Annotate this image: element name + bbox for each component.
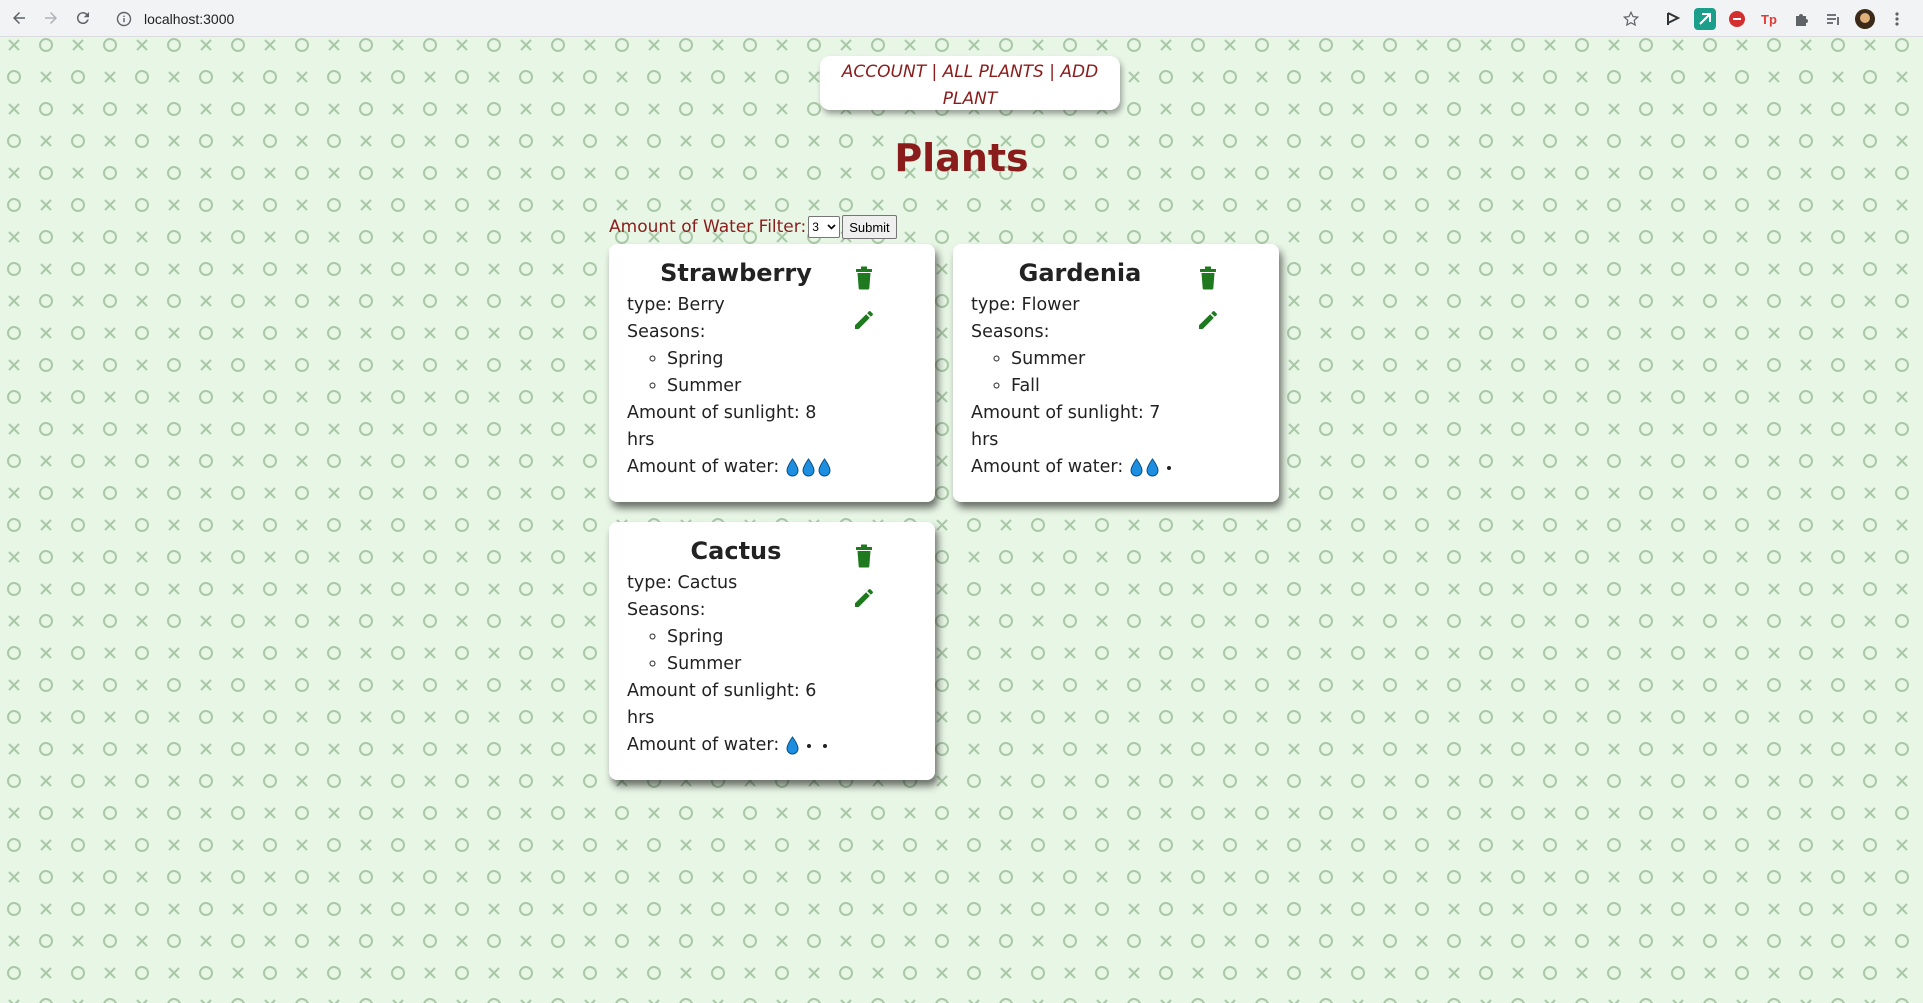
filter-submit-button[interactable]: Submit	[842, 215, 897, 239]
plant-type: type: Flower	[971, 295, 1080, 315]
water-filter-selected-value: 3	[812, 220, 819, 234]
seasons-list: SpringSummer	[627, 346, 817, 400]
edit-pencil-icon[interactable]	[852, 586, 876, 610]
plant-card: Gardenia type: Flower Seasons: SummerFal…	[953, 244, 1279, 502]
water-filter-label: Amount of Water Filter:	[609, 217, 807, 237]
nav-all-plants-link[interactable]: ALL PLANTS	[943, 62, 1044, 82]
season-item: Spring	[667, 346, 817, 373]
bookmark-star-icon[interactable]	[1622, 10, 1640, 28]
empty-water-dot-icon	[1161, 458, 1176, 478]
plant-name: Cactus	[690, 537, 782, 565]
top-navigation: ACCOUNT | ALL PLANTS | ADD PLANT	[820, 56, 1120, 110]
plant-name: Strawberry	[660, 259, 812, 287]
water-amount: Amount of water:	[971, 454, 1171, 481]
profile-avatar-icon[interactable]	[1854, 8, 1876, 30]
url-text[interactable]: localhost:3000	[144, 11, 234, 27]
edit-pencil-icon[interactable]	[1196, 308, 1220, 332]
water-amount: Amount of water:	[627, 732, 827, 759]
empty-water-dot-icon	[817, 736, 832, 756]
season-item: Summer	[667, 651, 817, 678]
seasons-label: Seasons:	[627, 600, 706, 620]
green-extension-icon[interactable]	[1694, 8, 1716, 30]
plant-details: type: Cactus Seasons: SpringSummer Amoun…	[627, 570, 827, 759]
water-drop-icon	[786, 457, 799, 476]
nav-account-link[interactable]: ACCOUNT	[842, 62, 926, 82]
water-drop-icon	[818, 457, 831, 476]
seasons-label: Seasons:	[971, 322, 1050, 342]
water-level-indicator	[785, 735, 832, 756]
water-drop-icon	[1146, 457, 1159, 476]
page-title: Plants	[894, 136, 1029, 180]
puzzle-extensions-icon[interactable]	[1790, 8, 1812, 30]
sunlight-amount: Amount of sunlight: 7 hrs	[971, 403, 1161, 450]
water-drop-icon	[802, 457, 815, 476]
reading-list-icon[interactable]	[1822, 8, 1844, 30]
seasons-list: SpringSummer	[627, 624, 817, 678]
nav-separator: |	[1043, 62, 1061, 82]
page-content: ACCOUNT | ALL PLANTS | ADD PLANT Plants …	[0, 37, 1923, 1003]
plant-card: Strawberry type: Berry Seasons: SpringSu…	[609, 244, 935, 502]
forward-icon[interactable]	[38, 5, 64, 31]
water-drop-icon	[786, 735, 799, 754]
empty-water-dot-icon	[801, 736, 816, 756]
season-item: Fall	[1011, 373, 1161, 400]
water-filter-form: Amount of Water Filter: 3 Submit	[609, 215, 897, 239]
sunlight-amount: Amount of sunlight: 8 hrs	[627, 403, 817, 450]
extensions-bar: Tp	[1662, 5, 1908, 33]
back-icon[interactable]	[6, 5, 32, 31]
address-bar[interactable]: localhost:3000	[108, 4, 1654, 33]
plant-name: Gardenia	[1018, 259, 1142, 287]
chevron-down-icon	[827, 224, 836, 230]
seasons-label: Seasons:	[627, 322, 706, 342]
delete-trash-icon[interactable]	[854, 266, 874, 290]
water-drop-icon	[1130, 457, 1143, 476]
water-filter-select[interactable]: 3	[808, 216, 841, 238]
water-amount-label: Amount of water:	[971, 457, 1124, 477]
season-item: Summer	[1011, 346, 1161, 373]
water-amount-label: Amount of water:	[627, 457, 780, 477]
nav-separator: |	[926, 62, 943, 82]
water-amount-label: Amount of water:	[627, 735, 780, 755]
reload-icon[interactable]	[70, 5, 96, 31]
water-level-indicator	[1129, 457, 1176, 478]
info-icon[interactable]	[116, 11, 132, 27]
plant-type: type: Berry	[627, 295, 725, 315]
sunlight-amount: Amount of sunlight: 6 hrs	[627, 681, 817, 728]
delete-trash-icon[interactable]	[1198, 266, 1218, 290]
plant-details: type: Flower Seasons: SummerFall Amount …	[971, 292, 1171, 481]
delete-trash-icon[interactable]	[854, 544, 874, 568]
tp-extension-icon[interactable]: Tp	[1758, 8, 1780, 30]
season-item: Spring	[667, 624, 817, 651]
water-level-indicator	[785, 457, 832, 478]
flag-extension-icon[interactable]	[1662, 8, 1684, 30]
edit-pencil-icon[interactable]	[852, 308, 876, 332]
season-item: Summer	[667, 373, 817, 400]
shield-extension-icon[interactable]	[1726, 8, 1748, 30]
more-menu-icon[interactable]	[1886, 8, 1908, 30]
water-amount: Amount of water:	[627, 454, 831, 481]
plant-details: type: Berry Seasons: SpringSummer Amount…	[627, 292, 831, 481]
seasons-list: SummerFall	[971, 346, 1161, 400]
browser-toolbar: localhost:3000 Tp	[0, 0, 1923, 37]
plant-card: Cactus type: Cactus Seasons: SpringSumme…	[609, 522, 935, 780]
plant-type: type: Cactus	[627, 573, 738, 593]
